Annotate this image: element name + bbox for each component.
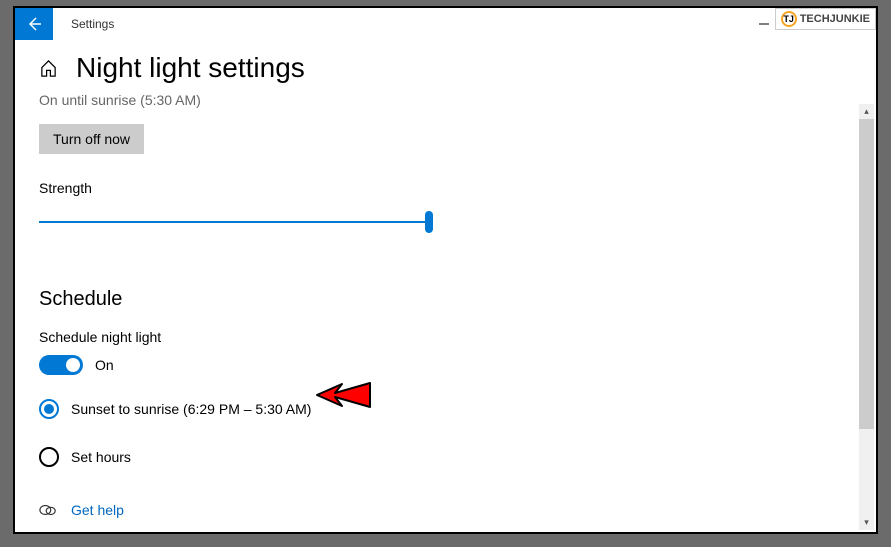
watermark-badge: TJ TECHJUNKIE [775,8,876,30]
strength-slider[interactable] [39,210,429,234]
radio-set-hours-label: Set hours [71,449,131,465]
radio-sunset-sunrise[interactable] [39,399,59,419]
toggle-knob [66,358,80,372]
slider-fill [39,221,429,223]
radio-set-hours[interactable] [39,447,59,467]
get-help-link[interactable]: Get help [71,502,124,518]
app-name: Settings [71,17,114,31]
scroll-up-icon[interactable]: ▴ [859,104,874,119]
strength-label: Strength [39,180,852,196]
watermark-text: TECHJUNKIE [800,13,870,25]
home-icon[interactable] [39,59,58,78]
slider-thumb[interactable] [425,211,433,233]
toggle-state-text: On [95,357,114,373]
back-arrow-icon [26,16,42,32]
scrollbar[interactable]: ▴ ▾ [859,104,874,530]
help-icon [39,501,57,519]
radio-sunset-label: Sunset to sunrise (6:29 PM – 5:30 AM) [71,401,311,417]
techjunkie-logo-icon: TJ [781,11,797,27]
schedule-section-title: Schedule [39,288,852,311]
titlebar: Settings [15,8,876,40]
scroll-thumb[interactable] [859,119,874,429]
minimize-icon [759,19,769,29]
radio-dot [44,404,54,414]
turn-off-button[interactable]: Turn off now [39,124,144,154]
scroll-down-icon[interactable]: ▾ [859,515,874,530]
schedule-toggle-label: Schedule night light [39,329,852,345]
page-title: Night light settings [76,52,305,84]
status-text: On until sunrise (5:30 AM) [39,92,852,108]
schedule-toggle[interactable] [39,355,83,375]
back-button[interactable] [15,8,53,40]
